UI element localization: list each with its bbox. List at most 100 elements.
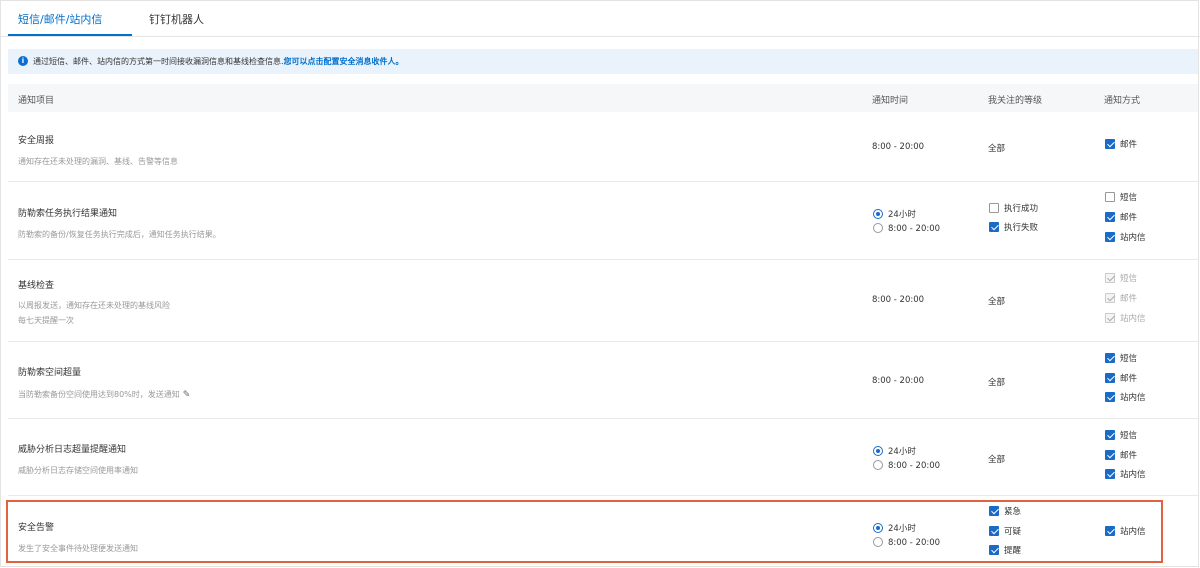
row-desc-secondary: 每七天提醒一次 xyxy=(18,316,74,325)
checkbox-checked-icon xyxy=(1105,391,1115,402)
table-row: 基线检查 以周报发送，通知存在还未处理的基线风险 每七天提醒一次 8:00 - … xyxy=(8,260,1198,342)
method-sms-checkbox[interactable]: 短信 xyxy=(1105,191,1137,204)
checkbox-label: 提醒 xyxy=(1004,546,1022,556)
row-title: 基线检查 xyxy=(18,281,55,291)
level-failure-checkbox[interactable]: 执行失败 xyxy=(989,221,1038,234)
checkbox-label: 站内信 xyxy=(1120,470,1146,480)
checkbox-checked-icon xyxy=(1105,352,1115,363)
row-desc: 发生了安全事件待处理便发送通知 xyxy=(18,544,138,553)
method-email-checkbox[interactable]: 邮件 xyxy=(1105,372,1138,385)
radio-selected-icon xyxy=(873,208,883,219)
row-title: 防勒索任务执行结果通知 xyxy=(18,209,118,219)
radio-label: 8:00 - 20:00 xyxy=(888,538,941,548)
radio-label: 24小时 xyxy=(888,524,916,534)
checkbox-label: 短信 xyxy=(1120,431,1138,441)
checkbox-label: 可疑 xyxy=(1004,527,1022,537)
tab-sms-email-inbox[interactable]: 短信/邮件/站内信 xyxy=(18,11,102,27)
method-email-checkbox[interactable]: 邮件 xyxy=(1105,211,1138,224)
notify-level: 全部 xyxy=(988,297,1006,307)
time-24h-radio[interactable]: 24小时 xyxy=(873,445,916,458)
row-title: 威胁分析日志超量提醒通知 xyxy=(18,445,127,455)
checkbox-label: 短信 xyxy=(1120,354,1138,364)
checkbox-disabled-icon xyxy=(1105,272,1115,283)
method-sms-checkbox[interactable]: 短信 xyxy=(1105,352,1138,365)
edit-icon[interactable]: ✎ xyxy=(183,390,191,401)
time-24h-radio[interactable]: 24小时 xyxy=(873,208,916,221)
checkbox-checked-icon xyxy=(1105,429,1115,440)
checkbox-disabled-icon xyxy=(1105,312,1115,323)
row-desc: 威胁分析日志存储空间使用率通知 xyxy=(18,466,138,475)
table-header: 通知项目 通知时间 我关注的等级 通知方式 xyxy=(8,84,1198,112)
notify-time: 8:00 - 20:00 xyxy=(872,142,925,152)
info-message: 通过短信、邮件、站内信的方式第一时间接收漏洞信息和基线检查信息.您可以点击配置安… xyxy=(33,56,404,67)
radio-label: 24小时 xyxy=(888,210,916,220)
active-tab-underline xyxy=(8,34,132,36)
row-desc: 当防勒索备份空间使用达到80%时，发送通知 ✎ xyxy=(18,389,190,401)
checkbox-checked-icon xyxy=(989,525,999,536)
method-sms-checkbox: 短信 xyxy=(1105,272,1137,285)
checkbox-label: 紧急 xyxy=(1004,507,1022,517)
notify-time: 8:00 - 20:00 xyxy=(872,295,925,305)
table-row: 防勒索空间超量 当防勒索备份空间使用达到80%时，发送通知 ✎ 8:00 - 20… xyxy=(8,342,1198,419)
radio-selected-icon xyxy=(873,445,883,456)
row-desc: 以周报发送，通知存在还未处理的基线风险 xyxy=(18,301,170,310)
checkbox-checked-icon xyxy=(989,544,999,555)
table-row: 威胁分析日志超量提醒通知 威胁分析日志存储空间使用率通知 24小时 8:00 -… xyxy=(8,419,1198,496)
table-row: 安全告警 发生了安全事件待处理便发送通知 24小时 8:00 - 20:00 紧… xyxy=(8,496,1198,566)
level-suspicious-checkbox[interactable]: 可疑 xyxy=(989,525,1022,538)
checkbox-label: 邮件 xyxy=(1120,140,1138,150)
checkbox-label: 执行成功 xyxy=(1004,204,1039,214)
method-inbox-checkbox: 站内信 xyxy=(1105,312,1146,325)
row-title: 防勒索空间超量 xyxy=(18,368,82,378)
level-reminder-checkbox[interactable]: 提醒 xyxy=(989,544,1022,557)
table-row: 防勒索任务执行结果通知 防勒索的备份/恢复任务执行完成后，通知任务执行结果。 2… xyxy=(8,182,1198,260)
checkbox-checked-icon xyxy=(1105,138,1115,149)
level-urgent-checkbox[interactable]: 紧急 xyxy=(989,505,1022,518)
checkbox-checked-icon xyxy=(1105,525,1115,536)
checkbox-unchecked-icon xyxy=(989,202,999,213)
method-inbox-checkbox[interactable]: 站内信 xyxy=(1105,231,1146,244)
notify-time: 8:00 - 20:00 xyxy=(872,376,925,386)
level-success-checkbox[interactable]: 执行成功 xyxy=(989,202,1039,215)
time-24h-radio[interactable]: 24小时 xyxy=(873,522,916,535)
checkbox-checked-icon xyxy=(1105,468,1115,479)
checkbox-label: 邮件 xyxy=(1120,294,1138,304)
method-inbox-checkbox[interactable]: 站内信 xyxy=(1105,468,1146,481)
checkbox-label: 邮件 xyxy=(1120,451,1138,461)
method-inbox-checkbox[interactable]: 站内信 xyxy=(1105,391,1146,404)
radio-unselected-icon xyxy=(873,536,883,547)
row-desc: 通知存在还未处理的漏洞、基线、告警等信息 xyxy=(18,157,178,166)
checkbox-label: 邮件 xyxy=(1120,213,1138,223)
notify-level: 全部 xyxy=(988,455,1006,465)
tab-dingtalk-robot[interactable]: 钉钉机器人 xyxy=(149,11,204,27)
method-sms-checkbox[interactable]: 短信 xyxy=(1105,429,1138,442)
checkbox-unchecked-icon xyxy=(1105,191,1115,202)
checkbox-label: 站内信 xyxy=(1120,527,1146,537)
method-inbox-checkbox[interactable]: 站内信 xyxy=(1105,525,1146,538)
header-method: 通知方式 xyxy=(1104,96,1141,106)
radio-label: 8:00 - 20:00 xyxy=(888,224,941,234)
info-icon: i xyxy=(18,56,28,66)
row-title: 安全告警 xyxy=(18,523,55,533)
notify-level: 全部 xyxy=(988,144,1006,154)
table-row: 安全周报 通知存在还未处理的漏洞、基线、告警等信息 8:00 - 20:00 全… xyxy=(8,112,1198,182)
time-8-20-radio[interactable]: 8:00 - 20:00 xyxy=(873,536,941,549)
checkbox-label: 站内信 xyxy=(1120,393,1146,403)
info-banner: i 通过短信、邮件、站内信的方式第一时间接收漏洞信息和基线检查信息.您可以点击配… xyxy=(8,49,1198,74)
row-title: 安全周报 xyxy=(18,136,55,146)
checkbox-checked-icon xyxy=(989,505,999,516)
header-item: 通知项目 xyxy=(18,96,55,106)
checkbox-label: 邮件 xyxy=(1120,374,1138,384)
time-8-20-radio[interactable]: 8:00 - 20:00 xyxy=(873,459,940,472)
method-email-checkbox[interactable]: 邮件 xyxy=(1105,449,1138,462)
time-8-20-radio[interactable]: 8:00 - 20:00 xyxy=(873,222,941,235)
header-level: 我关注的等级 xyxy=(988,96,1043,106)
method-email-checkbox: 邮件 xyxy=(1105,292,1138,305)
row-desc-text: 当防勒索备份空间使用达到80%时，发送通知 xyxy=(18,390,180,399)
radio-label: 24小时 xyxy=(888,447,916,457)
tab-bar: 短信/邮件/站内信 钉钉机器人 xyxy=(0,0,1200,37)
method-email-checkbox[interactable]: 邮件 xyxy=(1105,138,1138,151)
configure-recipients-link[interactable]: 您可以点击配置安全消息收件人。 xyxy=(284,57,404,66)
notify-level: 全部 xyxy=(988,378,1006,388)
checkbox-label: 站内信 xyxy=(1120,314,1146,324)
